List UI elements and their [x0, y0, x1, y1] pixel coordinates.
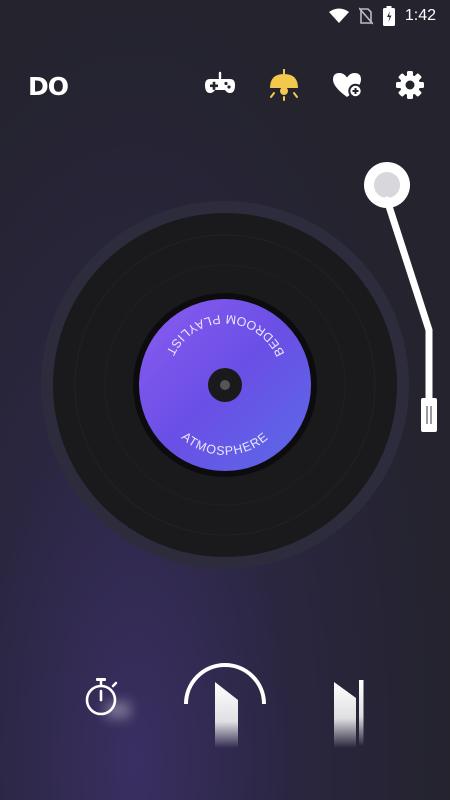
- logo-text: DO: [28, 72, 69, 101]
- heart-icon: [333, 73, 363, 99]
- vinyl-record: BEDROOM PLAYLIST ATMOSPHERE: [41, 201, 409, 569]
- no-sim-icon: [358, 7, 373, 25]
- header-bar: DO: [0, 68, 450, 102]
- game-button[interactable]: [203, 68, 237, 102]
- gear-icon: [396, 71, 424, 99]
- battery-icon: [382, 6, 395, 26]
- gamepad-icon: [205, 71, 235, 93]
- lamp-button[interactable]: [267, 68, 301, 102]
- turntable[interactable]: BEDROOM PLAYLIST ATMOSPHERE: [40, 200, 410, 570]
- status-time: 1:42: [404, 7, 436, 24]
- play-icon: [184, 663, 266, 748]
- play-button[interactable]: [182, 652, 268, 752]
- status-bar: 1:42: [0, 0, 450, 32]
- favorites-button[interactable]: [331, 68, 365, 102]
- settings-button[interactable]: [393, 68, 427, 102]
- next-track-button[interactable]: [326, 676, 370, 752]
- next-track-icon: [334, 680, 364, 748]
- app-logo: DO: [28, 72, 69, 101]
- spindle: [220, 380, 230, 390]
- timer-button[interactable]: [80, 676, 130, 722]
- wifi-icon: [328, 8, 349, 23]
- lamp-icon: [270, 69, 298, 101]
- status-icons: 1:42: [328, 6, 436, 26]
- tonearm[interactable]: [360, 160, 450, 450]
